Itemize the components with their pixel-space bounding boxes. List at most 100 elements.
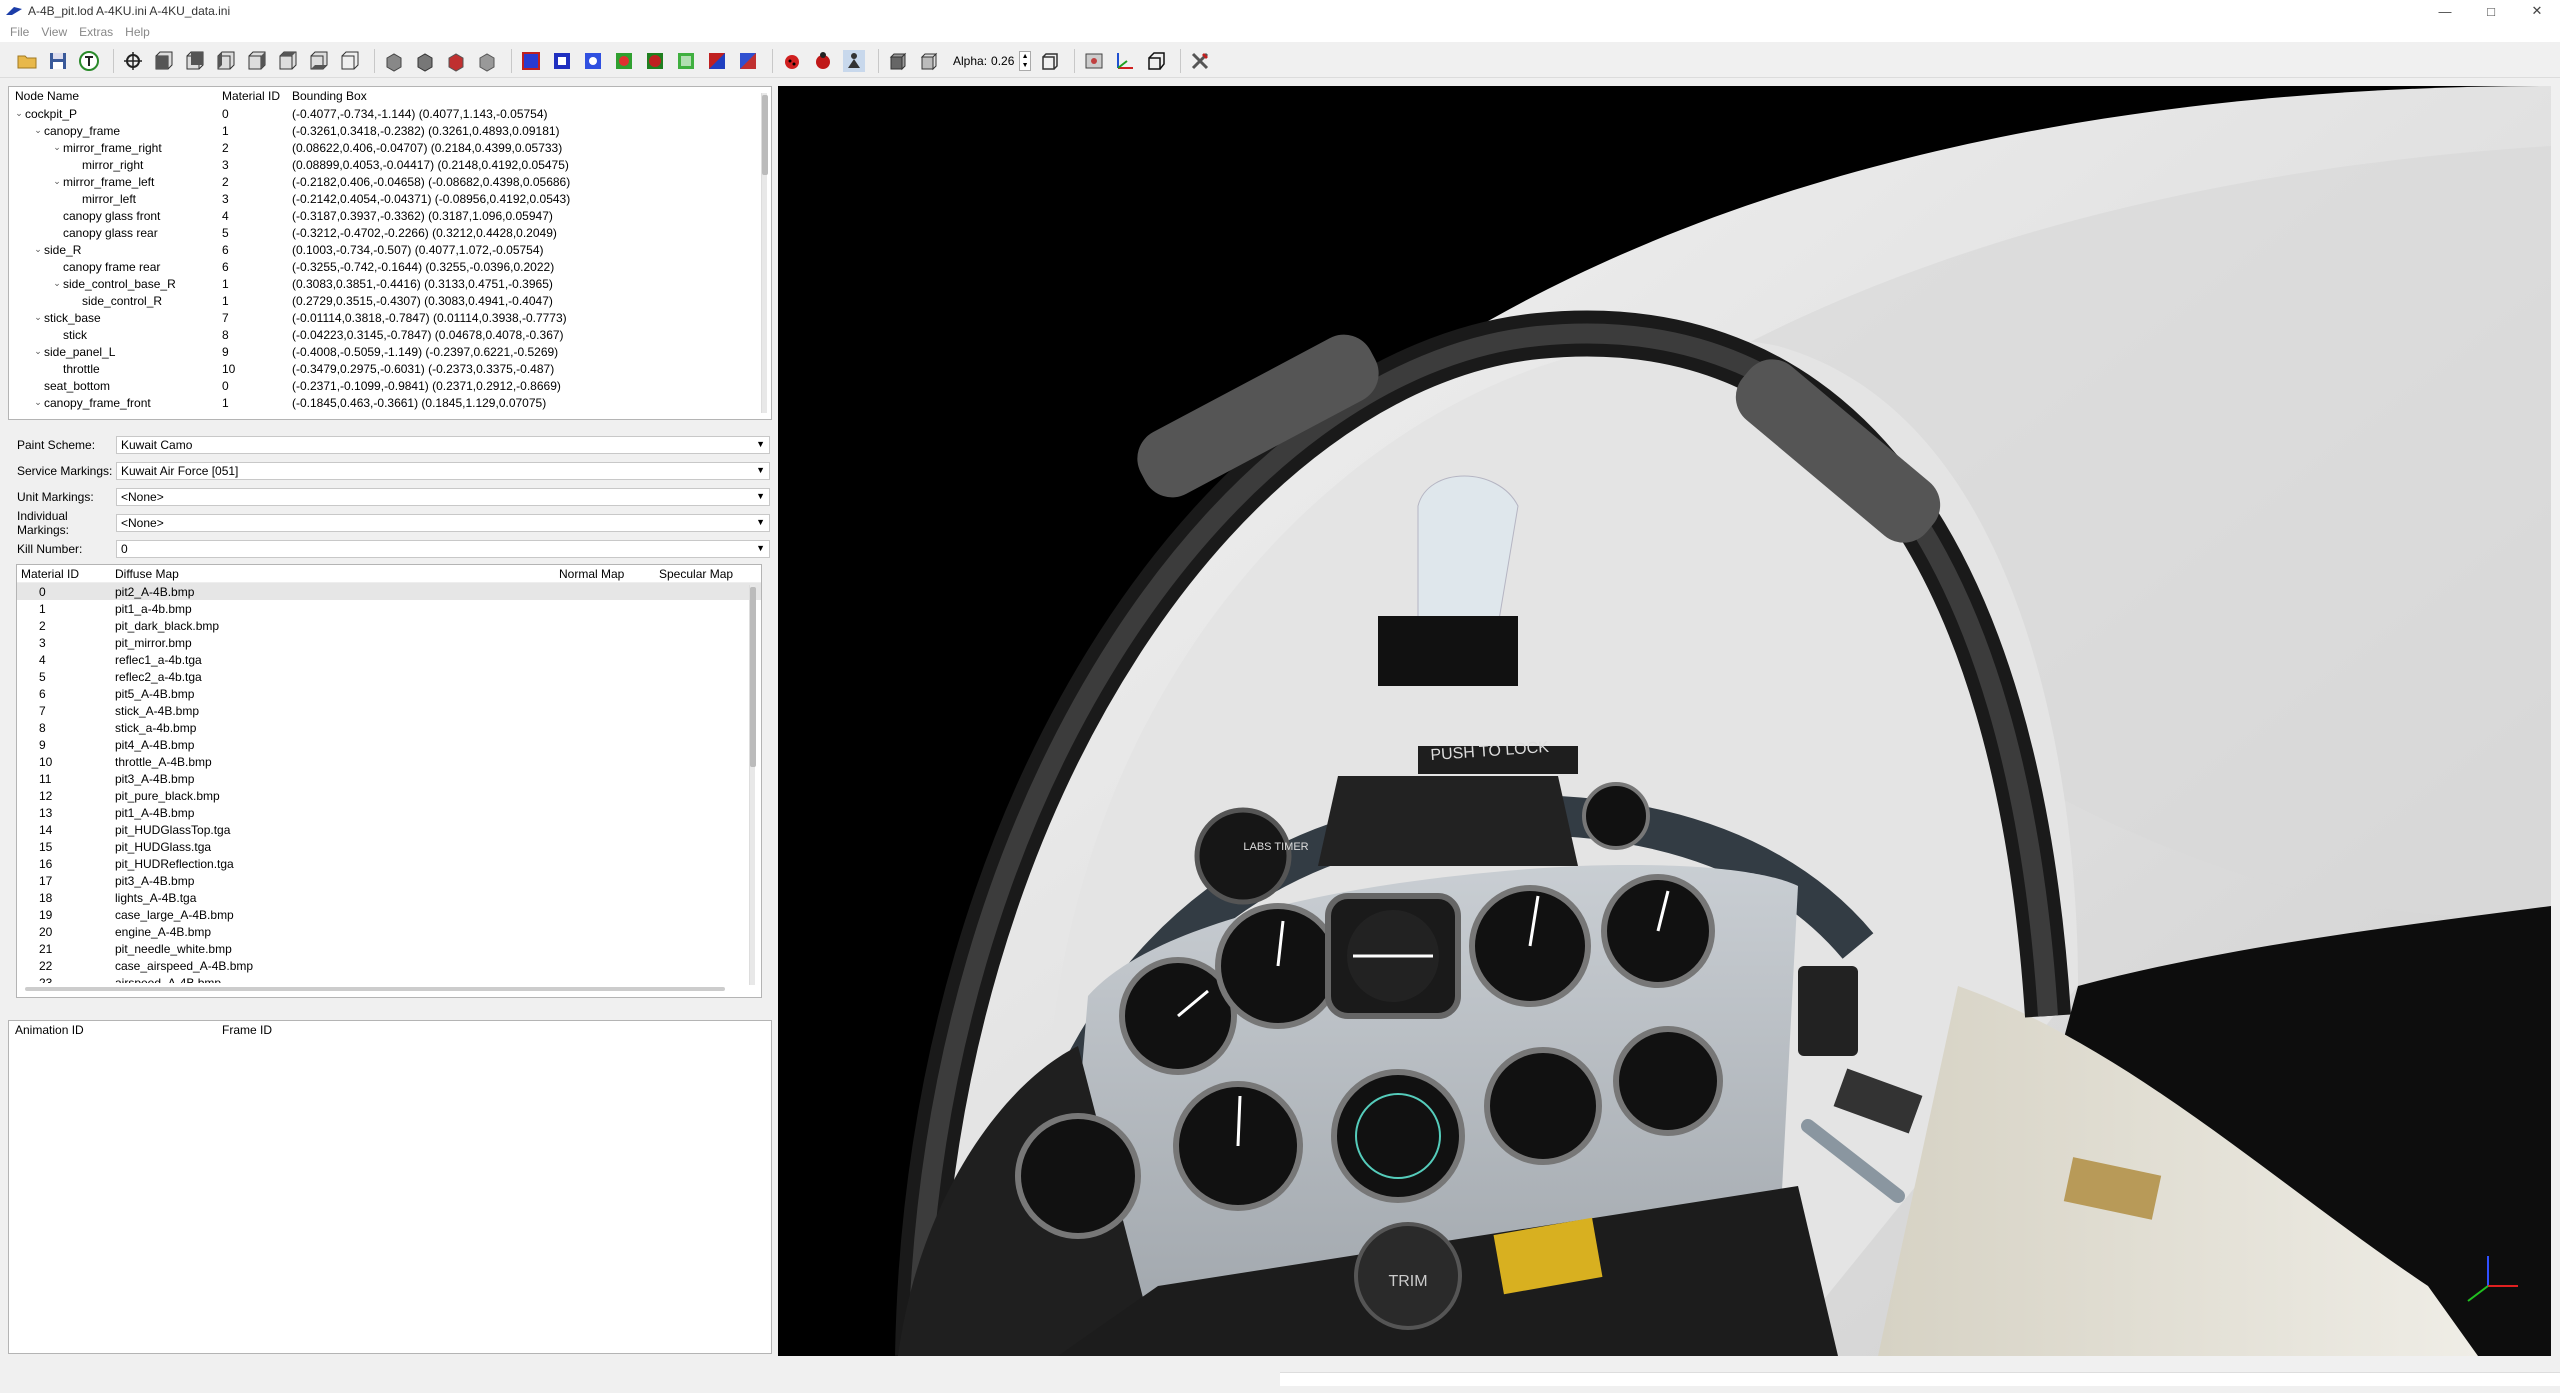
col-animation-id[interactable]: Animation ID [9,1023,216,1037]
view-front-button[interactable] [151,48,177,74]
material-row[interactable]: 11 pit3_A-4B.bmp [17,770,761,787]
materials-scroll-thumb[interactable] [750,587,756,767]
view-top-button[interactable] [275,48,301,74]
3d-viewport[interactable]: PUSH TO LOCK LABS TIMER TRIM [778,86,2551,1356]
material-row[interactable]: 22 case_airspeed_A-4B.bmp [17,957,761,974]
material-row[interactable]: 18 lights_A-4B.tga [17,889,761,906]
tree-row[interactable]: mirror_right 3 (0.08899,0.4053,-0.04417) (… [9,156,771,173]
view-back-button[interactable] [182,48,208,74]
material-row[interactable]: 7 stick_A-4B.bmp [17,702,761,719]
material-row[interactable]: 5 reflec2_a-4b.tga [17,668,761,685]
show-lods-button[interactable] [735,48,761,74]
menu-file[interactable]: File [4,25,35,39]
show-lights-button[interactable] [611,48,637,74]
alpha-input[interactable] [991,50,1020,71]
show-hotspots-button[interactable] [642,48,668,74]
material-row[interactable]: 1 pit1_a-4b.bmp [17,600,761,617]
tree-row[interactable]: ⌄ cockpit_P 0 (-0.4077,-0.734,-1.144) (0.40… [9,105,771,122]
tree-row[interactable]: ⌄ canopy_frame 1 (-0.3261,0.3418,-0.2382) (… [9,122,771,139]
wireframe-button[interactable] [474,48,500,74]
material-row[interactable]: 12 pit_pure_black.bmp [17,787,761,804]
col-material-id[interactable]: Material ID [216,89,286,103]
col-normal-map[interactable]: Normal Map [559,567,659,581]
show-normals-button[interactable] [518,48,544,74]
show-pivots-button[interactable] [580,48,606,74]
zoom-fit-button[interactable] [120,48,146,74]
col-material-id[interactable]: Material ID [17,567,115,581]
animate-button[interactable] [841,48,867,74]
settings-tools-button[interactable] [1187,48,1213,74]
individual-markings-select[interactable]: <None> ▼ [116,514,770,532]
tree-row[interactable]: ⌄ canopy_frame_front 1 (-0.1845,0.463,-0.36… [9,394,771,411]
chevron-down-icon[interactable]: ⌄ [51,278,63,289]
viewport-hscrollbar[interactable] [1280,1372,2560,1386]
chevron-down-icon[interactable]: ⌄ [13,108,25,119]
damage-model-button[interactable] [779,48,805,74]
tree-row[interactable]: ⌄ side_control_base_R 1 (0.3083,0.3851,-0.4… [9,275,771,292]
tree-row[interactable]: stick 8 (-0.04223,0.3145,-0.7847) (0.04678… [9,326,771,343]
tree-row[interactable]: ⌄ side_panel_L 9 (-0.4008,-0.5059,-1.149) (… [9,343,771,360]
tree-row[interactable]: mirror_left 3 (-0.2142,0.4054,-0.04371) (-… [9,190,771,207]
view-right-button[interactable] [244,48,270,74]
material-row[interactable]: 9 pit4_A-4B.bmp [17,736,761,753]
show-collision-button[interactable] [673,48,699,74]
material-row[interactable]: 4 reflec1_a-4b.tga [17,651,761,668]
chevron-down-icon[interactable]: ⌄ [32,397,44,408]
service-markings-select[interactable]: Kuwait Air Force [051] ▼ [116,462,770,480]
chevron-down-icon[interactable]: ⌄ [32,312,44,323]
material-row[interactable]: 15 pit_HUDGlass.tga [17,838,761,855]
menu-view[interactable]: View [35,25,73,39]
tree-row[interactable]: ⌄ stick_base 7 (-0.01114,0.3818,-0.7847) (0… [9,309,771,326]
material-row[interactable]: 21 pit_needle_white.bmp [17,940,761,957]
bug-report-button[interactable] [810,48,836,74]
shade-smooth-button[interactable] [412,48,438,74]
show-damage-button[interactable] [704,48,730,74]
material-row[interactable]: 16 pit_HUDReflection.tga [17,855,761,872]
material-row[interactable]: 8 stick_a-4b.bmp [17,719,761,736]
col-bounding-box[interactable]: Bounding Box [286,89,367,103]
col-specular-map[interactable]: Specular Map [659,567,733,581]
alpha-spinner[interactable]: ▲ ▼ [1019,50,1032,71]
col-frame-id[interactable]: Frame ID [216,1023,272,1037]
tree-row[interactable]: canopy frame rear 6 (-0.3255,-0.742,-0.164… [9,258,771,275]
material-row[interactable]: 20 engine_A-4B.bmp [17,923,761,940]
material-row[interactable]: 10 throttle_A-4B.bmp [17,753,761,770]
tree-row[interactable]: side_control_R 1 (0.2729,0.3515,-0.4307) (… [9,292,771,309]
tree-row[interactable]: canopy glass front 4 (-0.3187,0.3937,-0.33… [9,207,771,224]
unit-markings-select[interactable]: <None> ▼ [116,488,770,506]
material-row[interactable]: 19 case_large_A-4B.bmp [17,906,761,923]
col-node-name[interactable]: Node Name [9,89,216,103]
background-button[interactable] [1081,48,1107,74]
menu-help[interactable]: Help [119,25,156,39]
view-left-button[interactable] [213,48,239,74]
perspective-button[interactable] [1143,48,1169,74]
view-iso-button[interactable] [337,48,363,74]
material-row[interactable]: 3 pit_mirror.bmp [17,634,761,651]
close-button[interactable]: ✕ [2514,0,2560,22]
material-row[interactable]: 17 pit3_A-4B.bmp [17,872,761,889]
chevron-down-icon[interactable]: ⌄ [51,176,63,187]
materials-hscrollbar[interactable] [25,987,725,991]
tree-row[interactable]: throttle 10 (-0.3479,0.2975,-0.6031) (-0.2… [9,360,771,377]
chevron-down-icon[interactable]: ⌄ [51,142,63,153]
axes-button[interactable] [1112,48,1138,74]
tree-row[interactable]: ⌄ mirror_frame_left 2 (-0.2182,0.406,-0.046… [9,173,771,190]
material-row[interactable]: 2 pit_dark_black.bmp [17,617,761,634]
minimize-button[interactable]: — [2422,0,2468,22]
transparency-alt-button[interactable] [916,48,942,74]
transparency-button[interactable] [885,48,911,74]
texture-button[interactable] [76,48,102,74]
material-row[interactable]: 0 pit2_A-4B.bmp [17,583,761,600]
tree-row[interactable]: ⌄ mirror_frame_right 2 (0.08622,0.406,-0.04… [9,139,771,156]
textured-button[interactable] [443,48,469,74]
tree-row[interactable]: ⌄ side_R 6 (0.1003,-0.734,-0.507) (0.4077,1… [9,241,771,258]
material-row[interactable]: 13 pit1_A-4B.bmp [17,804,761,821]
view-bottom-button[interactable] [306,48,332,74]
chevron-down-icon[interactable]: ⌄ [32,244,44,255]
paint-scheme-select[interactable]: Kuwait Camo ▼ [116,436,770,454]
tree-row[interactable]: canopy glass rear 5 (-0.3212,-0.4702,-0.22… [9,224,771,241]
open-button[interactable] [14,48,40,74]
show-bounds-button[interactable] [549,48,575,74]
material-row[interactable]: 23 airspeed_A-4B.bmp [17,974,761,984]
col-diffuse-map[interactable]: Diffuse Map [115,567,559,581]
